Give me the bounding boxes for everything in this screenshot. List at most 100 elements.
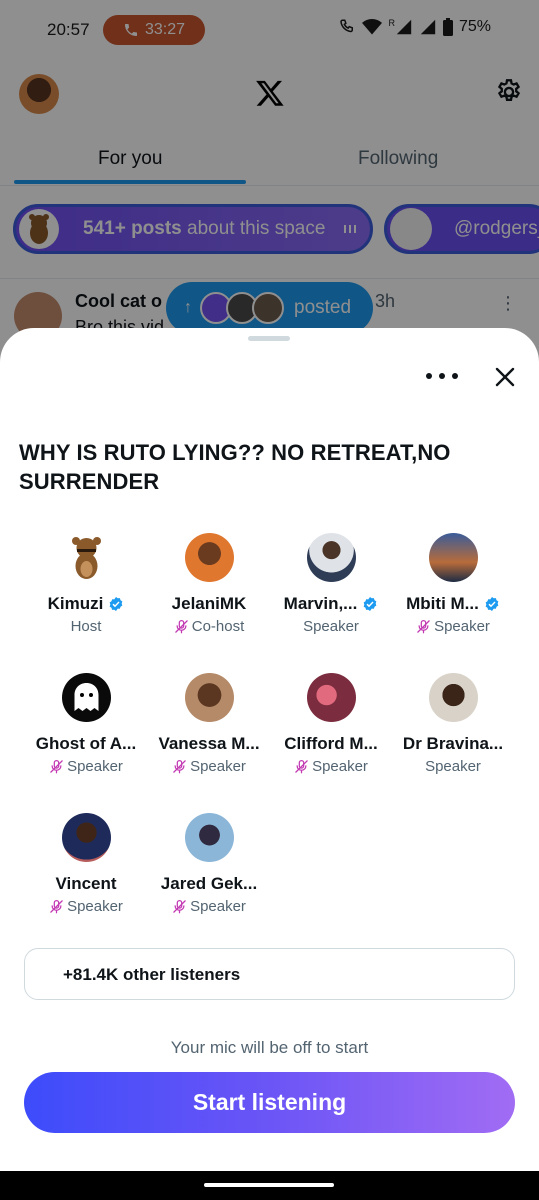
participant-avatar[interactable] bbox=[184, 673, 234, 722]
mic-off-icon bbox=[173, 759, 186, 774]
home-gesture-bar[interactable] bbox=[204, 1183, 334, 1187]
participant-name-row: Vincent bbox=[24, 874, 148, 894]
participant-role: Speaker bbox=[425, 758, 481, 775]
participant-name: Vanessa M... bbox=[158, 734, 260, 753]
wifi-icon bbox=[362, 19, 383, 35]
participant-avatar[interactable] bbox=[184, 813, 234, 862]
participant-name-row: Vanessa M... bbox=[147, 734, 271, 754]
phone-icon bbox=[124, 24, 137, 36]
participant-role-row: Speaker bbox=[269, 618, 393, 635]
participant-role-row: Speaker bbox=[24, 758, 148, 775]
signal-2-icon bbox=[420, 19, 436, 35]
participant-role: Speaker bbox=[303, 618, 359, 635]
call-timer: 33:27 bbox=[144, 21, 186, 38]
mic-off-icon bbox=[417, 619, 430, 634]
participant-role-row: Speaker bbox=[269, 758, 393, 775]
participant[interactable]: JelaniMK Co-host bbox=[147, 533, 271, 635]
signal-icon bbox=[396, 19, 412, 35]
close-icon[interactable] bbox=[494, 366, 516, 388]
participant[interactable]: Clifford M... Speaker bbox=[269, 673, 393, 775]
space-host-avatar bbox=[19, 209, 59, 249]
mic-off-icon bbox=[295, 759, 308, 774]
participant-avatar[interactable] bbox=[61, 673, 111, 722]
more-options-icon[interactable] bbox=[426, 364, 458, 388]
participant-avatar[interactable] bbox=[428, 533, 478, 582]
participant-avatar[interactable] bbox=[306, 673, 356, 722]
mic-off-icon bbox=[50, 899, 63, 914]
handle-space-pill[interactable]: @rodgers_ bbox=[384, 204, 539, 254]
participant-role: Speaker bbox=[190, 898, 246, 915]
participant-role-row: Speaker bbox=[147, 898, 271, 915]
gear-icon[interactable] bbox=[495, 78, 523, 106]
verified-badge-icon bbox=[110, 597, 123, 611]
participant-role: Speaker bbox=[67, 898, 123, 915]
participant[interactable]: Ghost of A... Speaker bbox=[24, 673, 148, 775]
participant[interactable]: Kimuzi Host bbox=[24, 533, 148, 635]
participant-avatar[interactable] bbox=[61, 533, 111, 582]
wifi-call-icon bbox=[340, 19, 354, 33]
participant-name: Kimuzi bbox=[47, 594, 104, 613]
participant-name: JelaniMK bbox=[171, 594, 247, 613]
tab-following[interactable]: Following bbox=[358, 148, 438, 170]
poster-avatar bbox=[252, 292, 284, 324]
timeline-tabs: For you Following bbox=[0, 128, 539, 186]
participant-avatar[interactable] bbox=[61, 813, 111, 862]
participant[interactable]: Dr Bravina... Speaker bbox=[391, 673, 515, 775]
participant-role-row: Host bbox=[24, 618, 148, 635]
x-logo-icon bbox=[256, 80, 284, 106]
status-time: 20:57 bbox=[47, 20, 90, 39]
tweet-more-icon[interactable]: ⋮ bbox=[499, 293, 517, 314]
handle-space-label: @rodgers_ bbox=[454, 218, 539, 239]
tweet-author-name[interactable]: Cool cat o bbox=[75, 291, 162, 312]
participant-avatar[interactable] bbox=[428, 673, 478, 722]
participant-avatar[interactable] bbox=[306, 533, 356, 582]
participant-name: Marvin,... bbox=[283, 594, 358, 613]
participant-role-row: Speaker bbox=[147, 758, 271, 775]
participant-name-row: Kimuzi bbox=[24, 594, 148, 614]
mic-off-icon bbox=[50, 759, 63, 774]
participant-role-row: Speaker bbox=[24, 898, 148, 915]
participant[interactable]: Vincent Speaker bbox=[24, 813, 148, 915]
top-bar bbox=[0, 62, 539, 128]
mic-off-icon bbox=[173, 899, 186, 914]
space-sheet: WHY IS RUTO LYING?? NO RETREAT,NO SURREN… bbox=[0, 328, 539, 1171]
new-posts-pill[interactable]: ↑ posted bbox=[166, 282, 373, 334]
audio-bars-icon bbox=[344, 225, 357, 233]
participant-name-row: Marvin,... bbox=[269, 594, 393, 614]
drag-handle[interactable] bbox=[248, 336, 290, 341]
participant-name: Clifford M... bbox=[284, 734, 378, 753]
space-pill-text: 541+ posts about this space bbox=[83, 218, 325, 240]
participant[interactable]: Mbiti M... Speaker bbox=[391, 533, 515, 635]
participant-name: Dr Bravina... bbox=[402, 734, 504, 753]
participant-avatar[interactable] bbox=[184, 533, 234, 582]
profile-avatar[interactable] bbox=[19, 74, 59, 114]
participant-name: Vincent bbox=[55, 874, 117, 893]
start-listening-button[interactable]: Start listening bbox=[24, 1072, 515, 1133]
listeners-row[interactable]: +81.4K other listeners bbox=[24, 948, 515, 1000]
active-tab-indicator bbox=[14, 180, 246, 184]
participant-name: Mbiti M... bbox=[406, 594, 479, 613]
participant-name-row: Mbiti M... bbox=[391, 594, 515, 614]
participant[interactable]: Vanessa M... Speaker bbox=[147, 673, 271, 775]
participant[interactable]: Jared Gek... Speaker bbox=[147, 813, 271, 915]
participant-role-row: Co-host bbox=[147, 618, 271, 635]
participant-role-row: Speaker bbox=[391, 618, 515, 635]
participant-role-row: Speaker bbox=[391, 758, 515, 775]
participant-role: Speaker bbox=[67, 758, 123, 775]
battery-percent: 75% bbox=[458, 18, 491, 35]
participant-name: Jared Gek... bbox=[160, 874, 258, 893]
mic-note: Your mic will be off to start bbox=[170, 1038, 369, 1057]
participant[interactable]: Marvin,... Speaker bbox=[269, 533, 393, 635]
system-nav-bar bbox=[0, 1171, 539, 1200]
verified-badge-icon bbox=[485, 597, 499, 611]
arrow-up-icon: ↑ bbox=[184, 299, 192, 316]
space-pill[interactable]: 541+ posts about this space bbox=[13, 204, 373, 254]
ongoing-call-pill[interactable]: 33:27 bbox=[103, 15, 205, 45]
participant-role: Speaker bbox=[312, 758, 368, 775]
status-icons: R 75% bbox=[338, 18, 491, 36]
verified-badge-icon bbox=[364, 597, 377, 611]
status-bar: 20:57 33:27 R 75% bbox=[0, 0, 539, 62]
space-pill-suffix: about this space bbox=[187, 218, 326, 239]
tab-for-you[interactable]: For you bbox=[98, 148, 162, 170]
participant-role: Speaker bbox=[434, 618, 490, 635]
